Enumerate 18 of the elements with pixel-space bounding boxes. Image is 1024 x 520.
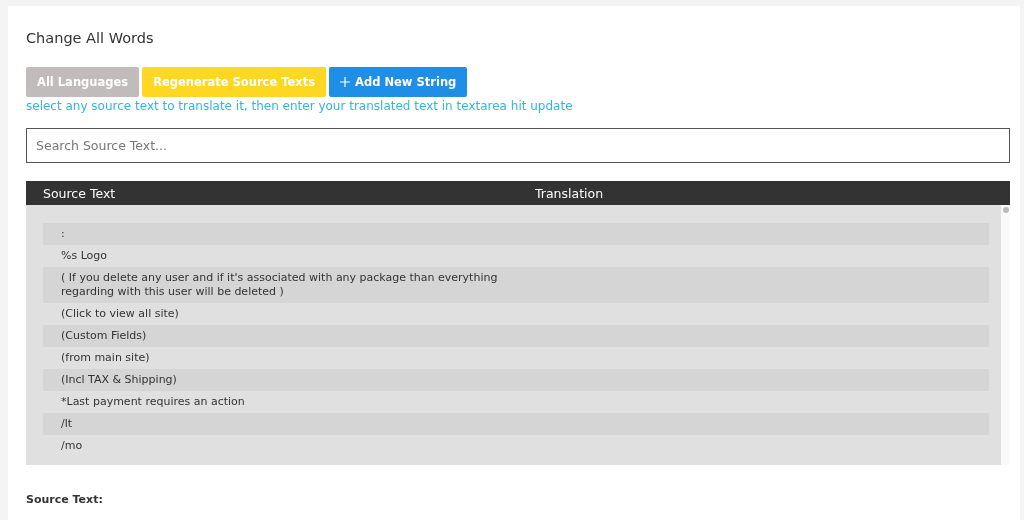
table-row[interactable]: (Custom Fields) [43,325,989,347]
table-row[interactable]: : [43,223,989,245]
table-row[interactable]: (Click to view all site) [43,303,989,325]
table-row[interactable]: %s Logo [43,245,989,267]
source-text-label: Source Text: [26,493,104,506]
column-header: Translation [534,185,605,201]
search-field[interactable]: Search Source Text... [26,128,1010,163]
table-row[interactable]: ( If you delete any user and if it's associated with any package than everything regarding with this user will be deleted ) [43,267,989,303]
hint-text: select any source text to translate it, then enter your translated text in textarea hit update [26,99,574,113]
plus-icon [340,77,351,87]
column-header: Source Text [42,185,117,201]
table-row[interactable]: *Last payment requires an action [43,391,989,413]
table-row[interactable]: /lt [43,413,989,435]
table-row[interactable]: (Incl TAX & Shipping) [43,369,989,391]
table-row[interactable]: (from main site) [43,347,989,369]
table-row[interactable]: /mo [43,435,989,457]
page-title: Change All Words [26,30,155,46]
scrollbar[interactable] [1001,205,1010,465]
